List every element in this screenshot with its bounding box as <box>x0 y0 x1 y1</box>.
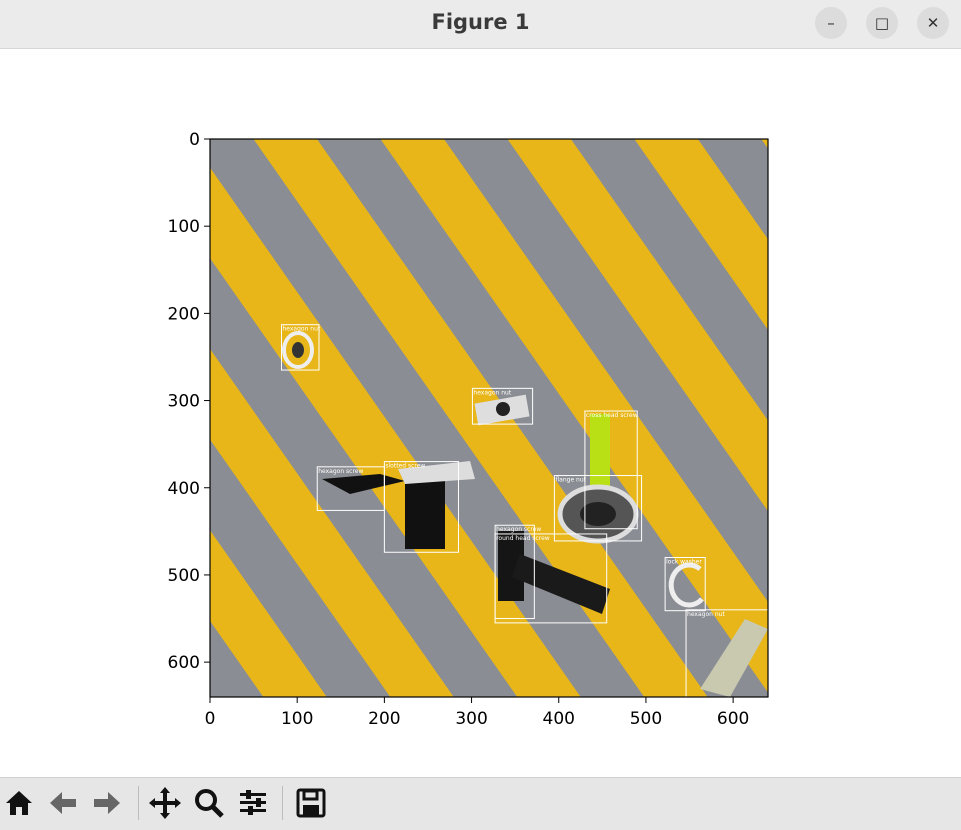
save-disk-icon <box>296 788 326 818</box>
figure-canvas[interactable]: hexagon nut hexagon nut cross head screw he… <box>0 49 961 777</box>
save-button[interactable] <box>292 784 330 822</box>
home-button[interactable] <box>0 784 38 822</box>
x-axis: 0 100 200 300 400 500 600 <box>205 697 749 729</box>
minimize-button[interactable]: – <box>815 7 847 39</box>
back-arrow-icon <box>50 792 76 814</box>
plot-svg: hexagon nut hexagon nut cross head screw he… <box>168 130 769 729</box>
detection-label: flange nut <box>555 477 586 484</box>
window-titlebar: Figure 1 – □ ✕ <box>0 0 961 49</box>
maximize-button[interactable]: □ <box>866 7 898 39</box>
zoom-magnifier-icon <box>195 789 224 818</box>
y-tick-label: 400 <box>168 479 200 499</box>
y-axis: 0 100 200 300 400 500 600 <box>168 130 210 673</box>
x-tick-label: 100 <box>281 709 313 729</box>
close-button[interactable]: ✕ <box>917 7 949 39</box>
forward-arrow-icon <box>94 792 120 814</box>
detection-label: slotted screw <box>385 463 425 470</box>
close-icon: ✕ <box>926 14 940 32</box>
toolbar-separator <box>282 786 283 820</box>
toolbar-separator <box>138 786 139 820</box>
detection-label: round head screw <box>496 535 550 542</box>
y-tick-label: 600 <box>168 653 200 673</box>
configure-subplots-button[interactable] <box>234 784 272 822</box>
detection-label: hexagon nut <box>473 389 511 396</box>
x-tick-label: 300 <box>455 709 487 729</box>
x-tick-label: 400 <box>543 709 575 729</box>
pan-button[interactable] <box>146 784 184 822</box>
x-tick-label: 500 <box>630 709 662 729</box>
minimize-icon: – <box>827 14 835 32</box>
y-tick-label: 0 <box>189 130 200 150</box>
home-icon <box>6 791 32 815</box>
navigation-toolbar <box>0 777 961 830</box>
detection-label: lock washer <box>666 559 702 566</box>
image-display <box>210 139 768 697</box>
detection-label: hexagon nut <box>282 326 320 333</box>
x-tick-label: 200 <box>368 709 400 729</box>
x-tick-label: 0 <box>205 709 216 729</box>
y-tick-label: 200 <box>168 304 200 324</box>
maximize-icon: □ <box>874 14 890 32</box>
detection-label: hexagon screw <box>496 526 541 533</box>
zoom-button[interactable] <box>190 784 228 822</box>
y-tick-label: 500 <box>168 566 200 586</box>
y-tick-label: 100 <box>168 217 200 237</box>
detection-label: cross head screw <box>586 412 638 419</box>
y-tick-label: 300 <box>168 392 200 412</box>
sliders-icon <box>240 790 266 815</box>
forward-button[interactable] <box>88 784 126 822</box>
detection-label: hexagon screw <box>318 468 363 475</box>
back-button[interactable] <box>44 784 82 822</box>
pan-icon <box>149 787 181 819</box>
x-tick-label: 600 <box>717 709 749 729</box>
detection-label: hexagon nut <box>687 611 725 618</box>
